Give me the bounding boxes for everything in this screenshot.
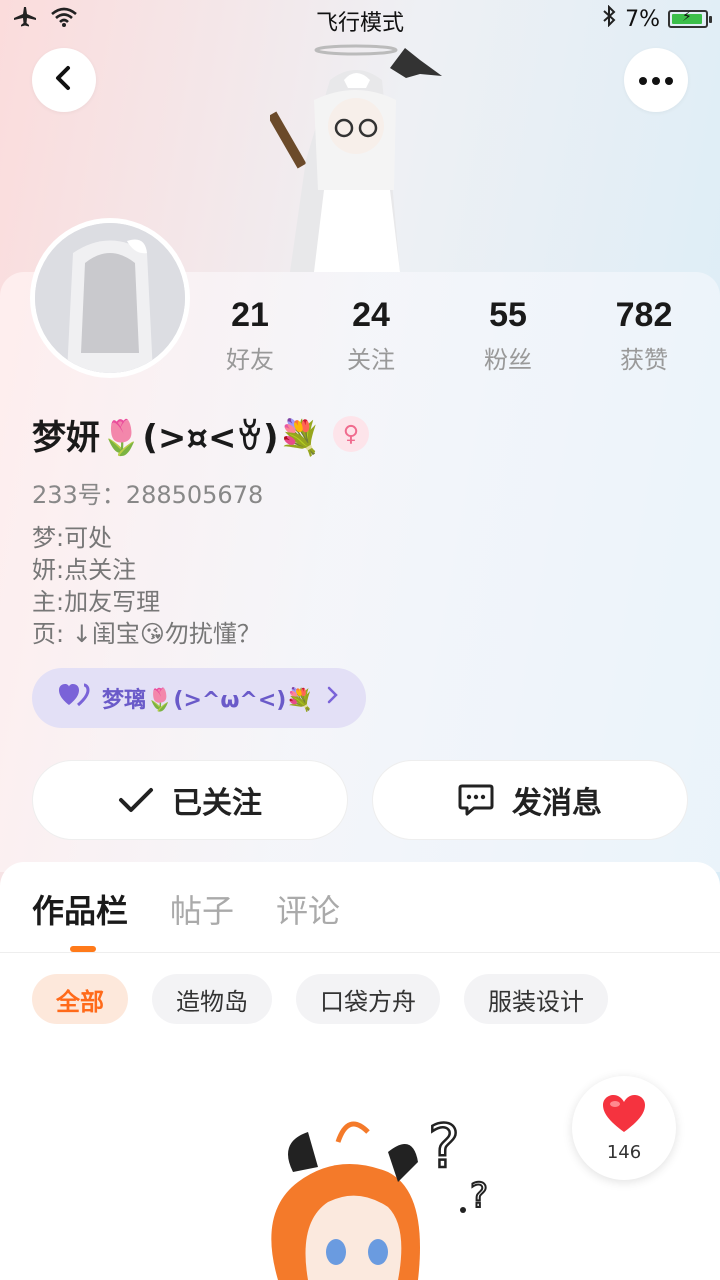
like-count: 146 [606,1141,642,1163]
svg-text:?: ? [428,1112,460,1182]
more-button[interactable] [624,48,688,112]
followed-button[interactable]: 已关注 [32,760,348,840]
chat-bubble-icon [458,783,494,817]
bluetooth-icon [601,4,617,33]
chip-costume-design[interactable]: 服装设计 [464,974,608,1024]
stat-value: 782 [615,296,673,334]
chip-pocket-ark[interactable]: 口袋方舟 [296,974,440,1024]
tab-works[interactable]: 作品栏 [32,886,128,932]
stat-value: 21 [231,296,269,334]
bio: 梦:可处 妍:点关注 主:加友写理 页: ↓闺宝😘勿扰懂？ [32,522,261,650]
svg-text:?: ? [470,1176,488,1216]
stat-label: 粉丝 [484,346,532,374]
tab-posts[interactable]: 帖子 [170,886,234,932]
female-gender-icon: ♀ [332,416,369,452]
chevron-left-icon [52,64,76,96]
tab-comments[interactable]: 评论 [276,886,340,932]
bio-line: 主:加友写理 [32,588,161,616]
relationship-label: 梦璃🌷(>^ω^<)💐 [102,688,314,713]
confused-girl-sticker: ? ? [271,1112,489,1280]
chip-all[interactable]: 全部 [32,974,128,1024]
tab-bar: 作品栏 帖子 评论 [32,886,340,932]
character-3d-figure [270,44,442,272]
send-message-button[interactable]: 发消息 [372,760,688,840]
profile-page: 飞行模式 7% ⚡ 21 好友 24 关注 55 粉丝 782 获赞 梦妍🌷(>… [0,0,720,1280]
bio-line: 梦:可处 [32,524,113,552]
stat-value: 55 [489,296,527,334]
more-dots-icon [638,71,674,90]
bio-line: 妍:点关注 [32,556,137,584]
stat-following[interactable]: 24 关注 [311,294,431,375]
battery-icon: ⚡ [668,9,712,28]
chevron-right-icon [326,682,340,714]
stat-label: 关注 [347,346,395,374]
battery-percent: 7% [625,6,660,32]
followed-label: 已关注 [172,786,262,821]
avatar-image [35,223,185,373]
relationship-badge[interactable]: 梦璃🌷(>^ω^<)💐 [32,668,366,728]
divider [0,952,720,953]
stat-label: 好友 [226,346,274,374]
heart-icon [58,683,90,714]
bio-line: 页: ↓闺宝😘勿扰懂？ [32,620,261,648]
stat-value: 24 [352,296,390,334]
user-id[interactable]: 233号：288505678 [32,475,263,510]
stat-fans[interactable]: 55 粉丝 [448,294,568,375]
status-bar: 飞行模式 7% ⚡ [0,0,720,36]
back-button[interactable] [32,48,96,112]
works-section: 作品栏 帖子 评论 全部 造物岛 口袋方舟 服装设计 ? ? 146 [0,862,720,1280]
category-chips: 全部 造物岛 口袋方舟 服装设计 [32,974,608,1024]
heart-icon [601,1094,647,1138]
stats-row: 21 好友 24 关注 55 粉丝 782 获赞 [190,294,720,384]
stat-likes[interactable]: 782 获赞 [584,294,704,375]
stat-friends[interactable]: 21 好友 [190,294,310,375]
avatar[interactable] [30,218,190,378]
check-icon [118,786,154,814]
name-row: 梦妍🌷(>¤<ꈊ)💐 ♀ [32,410,369,458]
stat-label: 获赞 [620,346,668,374]
chip-creation-island[interactable]: 造物岛 [152,974,272,1024]
user-name: 梦妍🌷(>¤<ꈊ)💐 [32,417,321,458]
like-button[interactable]: 146 [572,1076,676,1180]
send-message-label: 发消息 [512,786,602,821]
